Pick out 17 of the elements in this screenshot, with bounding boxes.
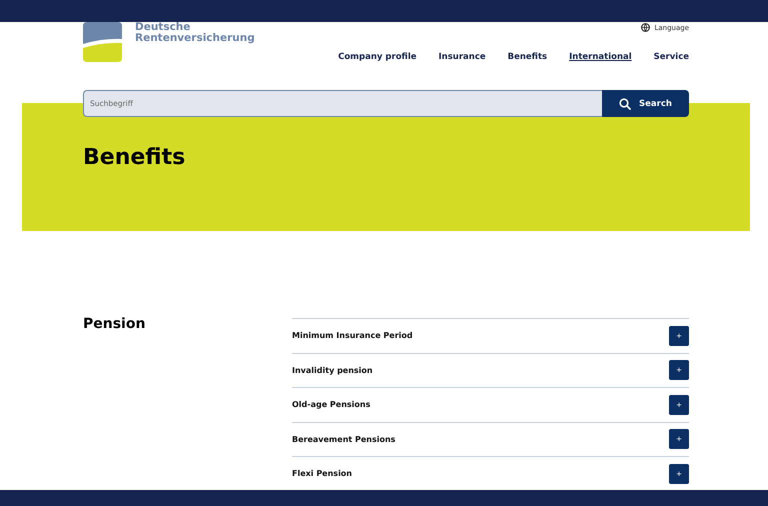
accordion-title[interactable]: Invalidity pension bbox=[292, 366, 373, 375]
globe-icon bbox=[641, 23, 650, 32]
nav-link[interactable]: Benefits bbox=[508, 52, 548, 62]
nav-link[interactable]: International bbox=[569, 52, 632, 62]
accordion-title[interactable]: Minimum Insurance Period bbox=[292, 331, 413, 340]
accordion-title[interactable]: Old-age Pensions bbox=[292, 400, 370, 410]
nav-link[interactable]: Service bbox=[654, 52, 689, 62]
nav-link[interactable]: Company profile bbox=[338, 52, 417, 62]
search-icon bbox=[619, 98, 632, 110]
search-button[interactable]: Search bbox=[602, 90, 689, 117]
accordion-title[interactable]: Flexi Pension bbox=[292, 469, 352, 478]
logo-icon bbox=[83, 22, 122, 62]
section-title: Pension bbox=[83, 316, 146, 334]
accordion-title[interactable]: Bereavement Pensions bbox=[292, 434, 396, 444]
nav-link[interactable]: Insurance bbox=[438, 52, 486, 62]
page-title: Benefits bbox=[83, 145, 186, 170]
logo-text[interactable]: Deutsche Rentenversicherung bbox=[135, 22, 255, 90]
